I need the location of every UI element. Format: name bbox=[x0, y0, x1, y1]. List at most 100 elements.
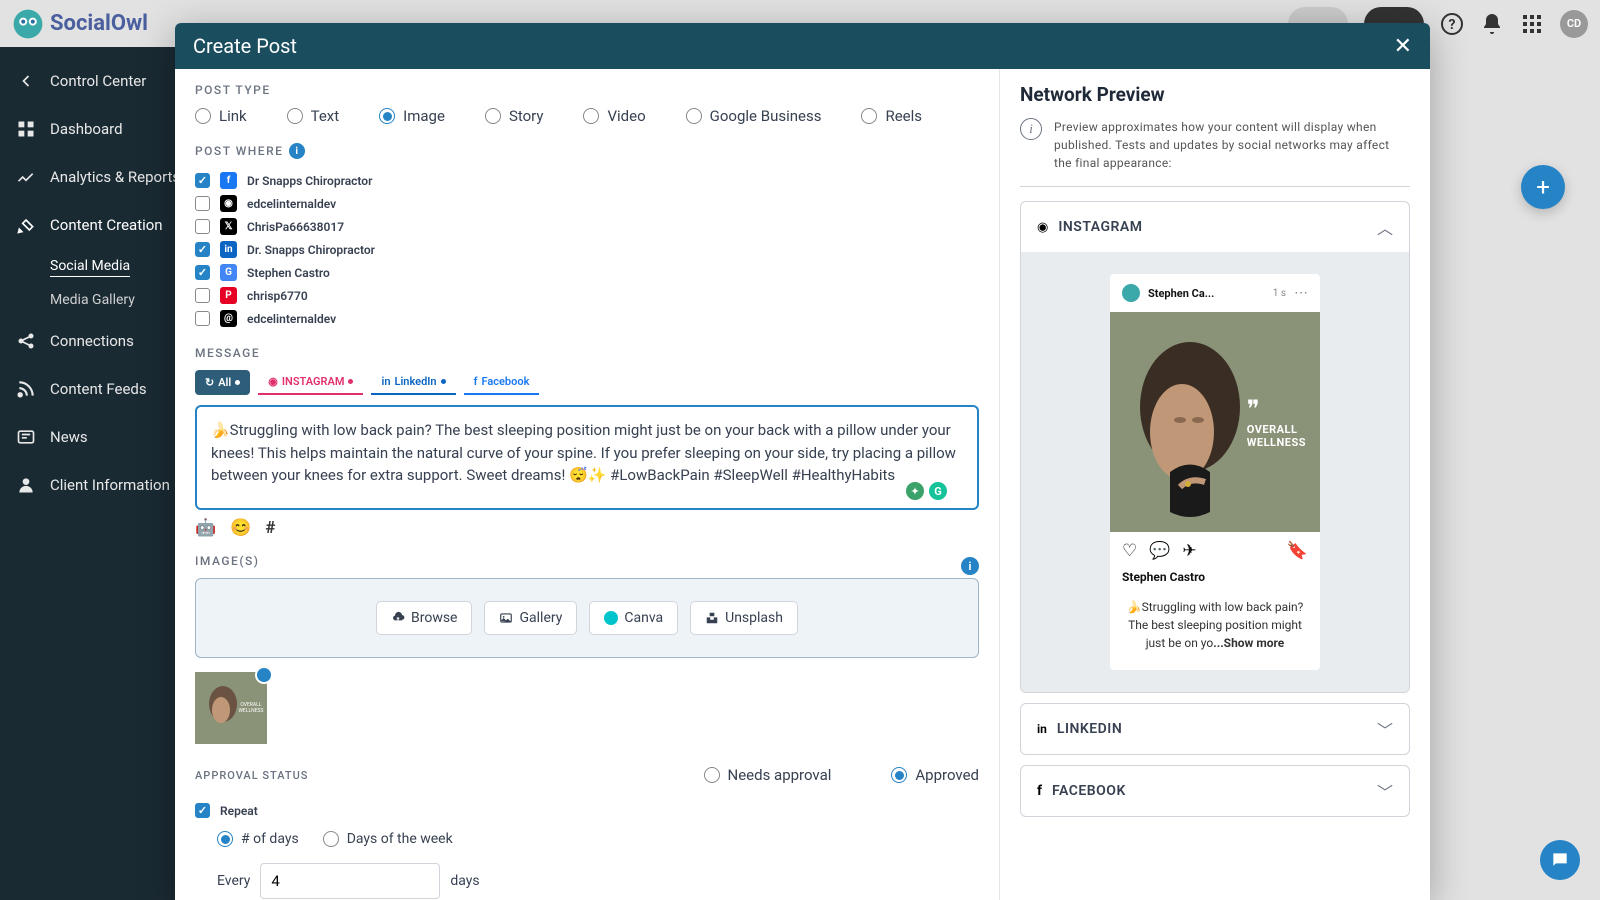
account-checkbox[interactable] bbox=[195, 242, 210, 257]
facebook-icon: f bbox=[220, 172, 237, 189]
linkedin-icon: in bbox=[220, 241, 237, 258]
threads-icon: @ bbox=[220, 310, 237, 327]
modal-left: POST TYPE Link Text Image Story Video Go… bbox=[175, 69, 1000, 900]
label: Social Media bbox=[50, 258, 130, 277]
approval-needs[interactable]: Needs approval bbox=[704, 766, 832, 784]
facebook-icon: f bbox=[1037, 783, 1042, 799]
sidebar-item-control-center[interactable]: Control Center bbox=[0, 57, 175, 105]
repeat-num-days[interactable]: # of days bbox=[217, 831, 299, 847]
bell-icon[interactable] bbox=[1480, 12, 1504, 36]
account-checkbox[interactable] bbox=[195, 265, 210, 280]
ai-icon[interactable]: ✦ bbox=[906, 482, 924, 500]
post-type-reels[interactable]: Reels bbox=[861, 107, 922, 125]
preview-facebook-header[interactable]: f FACEBOOK ﹀ bbox=[1021, 766, 1409, 816]
browse-button[interactable]: Browse bbox=[376, 601, 472, 635]
user-avatar[interactable]: CD bbox=[1560, 10, 1588, 38]
account-row: @edcelinternaldev bbox=[195, 307, 979, 330]
chat-bubble[interactable] bbox=[1540, 840, 1580, 880]
repeat-checkbox[interactable] bbox=[195, 803, 210, 818]
sidebar-item-dashboard[interactable]: Dashboard bbox=[0, 105, 175, 153]
sidebar-item-client-info[interactable]: Client Information bbox=[0, 461, 175, 509]
chevron-down-icon: ﹀ bbox=[1377, 717, 1393, 741]
svg-text:WELLNESS: WELLNESS bbox=[238, 708, 263, 714]
sidebar-sub-media-gallery[interactable]: Media Gallery bbox=[0, 283, 175, 317]
account-checkbox[interactable] bbox=[195, 196, 210, 211]
post-type-video[interactable]: Video bbox=[583, 107, 645, 125]
preview-linkedin: in LINKEDIN ﹀ bbox=[1020, 703, 1410, 755]
image-thumbnail[interactable]: OVERALLWELLNESS bbox=[195, 672, 267, 744]
sidebar-item-analytics[interactable]: Analytics & Reports bbox=[0, 153, 175, 201]
message-under-tools: 🤖 😊 # bbox=[195, 510, 979, 554]
more-dots-icon[interactable]: ⋯ bbox=[1294, 285, 1308, 301]
post-type-image[interactable]: Image bbox=[379, 107, 445, 125]
send-icon[interactable]: ✈ bbox=[1182, 541, 1196, 561]
account-row: Pchrisp6770 bbox=[195, 284, 979, 307]
apps-grid-icon[interactable] bbox=[1520, 12, 1544, 36]
every-input[interactable] bbox=[260, 863, 440, 899]
preview-instagram-header[interactable]: ◉ INSTAGRAM ︿ bbox=[1021, 202, 1409, 252]
label: Media Gallery bbox=[50, 292, 135, 308]
heart-icon[interactable]: ♡ bbox=[1122, 541, 1137, 561]
message-tools: ✦ G bbox=[906, 482, 947, 500]
message-tabs: ↻ All ◉ INSTAGRAM in LinkedIn f Facebook bbox=[195, 370, 979, 395]
account-row: inDr. Snapps Chiropractor bbox=[195, 238, 979, 261]
modal-body: POST TYPE Link Text Image Story Video Go… bbox=[175, 69, 1430, 900]
brand-logo[interactable]: SocialOwl bbox=[12, 8, 148, 40]
preview-instagram: ◉ INSTAGRAM ︿ Stephen Ca... 1 s ⋯ bbox=[1020, 201, 1410, 693]
info-icon[interactable]: i bbox=[289, 143, 305, 159]
images-info-icon[interactable]: i bbox=[961, 557, 979, 575]
post-type-text[interactable]: Text bbox=[287, 107, 340, 125]
instagram-card: Stephen Ca... 1 s ⋯ ❞ OVERALL WELLNESS bbox=[1110, 274, 1320, 670]
sidebar-item-content-feeds[interactable]: Content Feeds bbox=[0, 365, 175, 413]
repeat-days-of-week[interactable]: Days of the week bbox=[323, 831, 453, 847]
sidebar-item-news[interactable]: News bbox=[0, 413, 175, 461]
close-icon[interactable]: ✕ bbox=[1394, 34, 1412, 59]
account-checkbox[interactable] bbox=[195, 311, 210, 326]
help-icon[interactable]: ? bbox=[1440, 12, 1464, 36]
account-row: GStephen Castro bbox=[195, 261, 979, 284]
sidebar-item-content-creation[interactable]: Content Creation bbox=[0, 201, 175, 249]
rss-icon bbox=[16, 379, 36, 399]
account-checkbox[interactable] bbox=[195, 173, 210, 188]
x-icon: 𝕏 bbox=[220, 218, 237, 235]
svg-text:?: ? bbox=[1449, 17, 1456, 33]
post-type-story[interactable]: Story bbox=[485, 107, 544, 125]
gallery-button[interactable]: Gallery bbox=[484, 601, 577, 635]
grammarly-icon[interactable]: G bbox=[929, 482, 947, 500]
show-more-link[interactable]: ...Show more bbox=[1213, 636, 1284, 650]
msg-tab-facebook[interactable]: f Facebook bbox=[464, 370, 540, 395]
msg-tab-instagram[interactable]: ◉ INSTAGRAM bbox=[258, 370, 363, 395]
sidebar-item-connections[interactable]: Connections bbox=[0, 317, 175, 365]
post-type-google-business[interactable]: Google Business bbox=[686, 107, 822, 125]
label: Control Center bbox=[50, 72, 146, 90]
preview-panel: Network Preview i Preview approximates h… bbox=[1000, 69, 1430, 900]
comment-icon[interactable]: 💬 bbox=[1149, 541, 1170, 561]
account-checkbox[interactable] bbox=[195, 219, 210, 234]
unsplash-button[interactable]: Unsplash bbox=[690, 601, 798, 635]
preview-linkedin-header[interactable]: in LINKEDIN ﹀ bbox=[1021, 704, 1409, 754]
grid-icon bbox=[16, 119, 36, 139]
sidebar-sub-social-media[interactable]: Social Media bbox=[0, 249, 175, 283]
create-fab[interactable]: + bbox=[1521, 165, 1565, 209]
approval-approved[interactable]: Approved bbox=[891, 766, 979, 784]
account-checkbox[interactable] bbox=[195, 288, 210, 303]
account-row: 𝕏ChrisPa66638017 bbox=[195, 215, 979, 238]
message-label: MESSAGE bbox=[195, 346, 979, 360]
post-type-link[interactable]: Link bbox=[195, 107, 247, 125]
chat-icon bbox=[1550, 850, 1570, 870]
hashtag-icon[interactable]: # bbox=[265, 518, 275, 538]
repeat-checkbox-row: Repeat bbox=[195, 800, 979, 821]
image-drop-zone[interactable]: Browse Gallery Canva Unsplash bbox=[195, 578, 979, 658]
brand-name: SocialOwl bbox=[50, 11, 148, 36]
preview-title: Network Preview bbox=[1020, 83, 1410, 106]
canva-button[interactable]: Canva bbox=[589, 601, 678, 635]
google-business-icon: G bbox=[220, 264, 237, 281]
post-type-label: POST TYPE bbox=[195, 83, 979, 97]
message-textarea[interactable] bbox=[195, 405, 979, 510]
accounts-list: fDr Snapps Chiropractor ◉edcelinternalde… bbox=[195, 169, 979, 330]
msg-tab-all[interactable]: ↻ All bbox=[195, 370, 250, 395]
msg-tab-linkedin[interactable]: in LinkedIn bbox=[371, 370, 455, 395]
bookmark-icon[interactable]: 🔖 bbox=[1287, 541, 1308, 561]
ai-generate-icon[interactable]: 🤖 bbox=[195, 518, 216, 538]
emoji-icon[interactable]: 😊 bbox=[230, 518, 251, 538]
